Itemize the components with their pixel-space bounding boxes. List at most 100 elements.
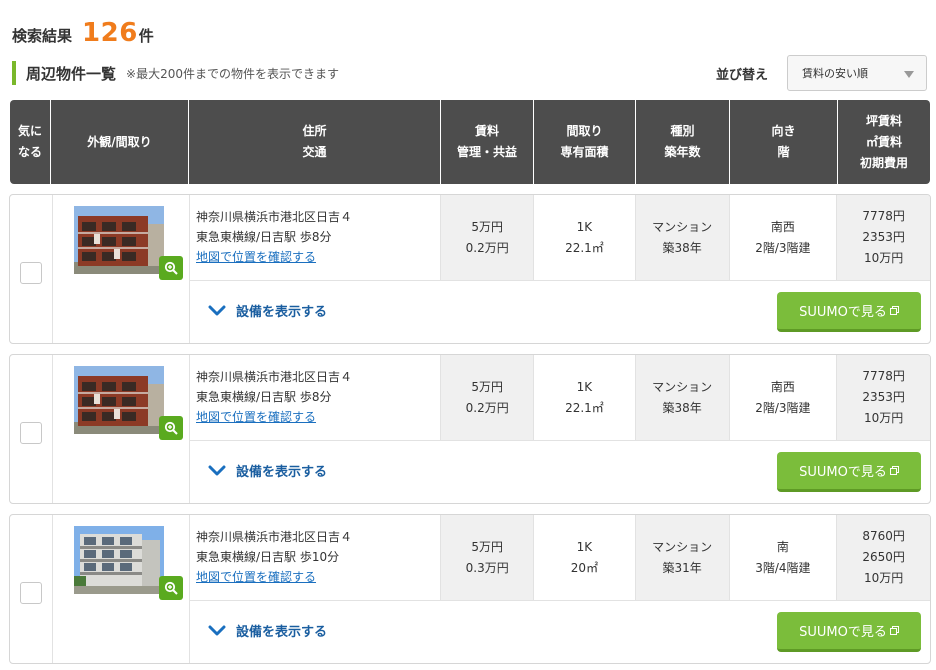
column-header-line: 初期費用 <box>859 155 908 170</box>
show-equipment-toggle[interactable]: 設備を表示する <box>208 461 327 480</box>
column-header-layout: 間取り 専有面積 <box>534 100 636 184</box>
listing-card: 神奈川県横浜市港北区日吉４ 東急東横線/日吉駅 歩10分 地図で位置を確認する … <box>9 514 931 664</box>
floor-value: 2階/3階建 <box>755 240 811 255</box>
building-photo[interactable] <box>74 526 164 594</box>
favorite-checkbox[interactable] <box>20 262 42 284</box>
rent-cell: 5万円 0.2万円 <box>441 355 535 440</box>
listing-actions: 設備を表示する SUUMOで見る <box>190 601 930 663</box>
map-link[interactable]: 地図で位置を確認する <box>196 567 440 587</box>
listing-card: 神奈川県横浜市港北区日吉４ 東急東横線/日吉駅 歩8分 地図で位置を確認する 5… <box>9 354 931 504</box>
direction-value: 南西 <box>770 219 795 234</box>
show-equipment-toggle[interactable]: 設備を表示する <box>208 621 327 640</box>
management-fee-value: 0.2万円 <box>465 400 509 415</box>
building-photo[interactable] <box>74 206 164 274</box>
favorite-checkbox[interactable] <box>20 582 42 604</box>
type-cell: マンション 築38年 <box>635 355 730 440</box>
type-value: マンション <box>652 539 713 554</box>
access-text: 東急東横線/日吉駅 歩8分 <box>196 230 332 244</box>
photo-cell <box>52 195 190 343</box>
column-header-line: 種別 <box>670 124 695 138</box>
building-photo[interactable] <box>74 366 164 434</box>
age-value: 築38年 <box>662 240 702 255</box>
direction-value: 南西 <box>770 379 795 394</box>
direction-cell: 南西 2階/3階建 <box>730 195 838 280</box>
suumo-view-button[interactable]: SUUMOで見る <box>777 452 921 492</box>
result-count-line: 検索結果 126 件 <box>12 18 154 52</box>
age-value: 築31年 <box>662 560 702 575</box>
table-header: 気に なる 外観/間取り 住所 交通 賃料 管理・共益 間取り 専有面積 種別 … <box>10 100 930 184</box>
area-value: 22.1㎡ <box>565 400 604 415</box>
area-value: 22.1㎡ <box>565 240 604 255</box>
show-equipment-label: 設備を表示する <box>236 305 328 320</box>
rent-cell: 5万円 0.3万円 <box>441 515 535 600</box>
direction-cell: 南西 2階/3階建 <box>730 355 838 440</box>
sqm-rent-value: 2353円 <box>862 390 905 404</box>
layout-value: 1K <box>576 219 593 234</box>
chevron-down-icon <box>208 465 226 475</box>
photo-cell <box>52 355 190 503</box>
tsubo-rent-value: 8760円 <box>862 529 905 543</box>
map-link[interactable]: 地図で位置を確認する <box>196 407 440 427</box>
column-header-favorite: 気に なる <box>10 100 51 184</box>
unit-price-cell: 7778円 2353円 10万円 <box>837 195 930 280</box>
external-link-icon <box>889 306 899 315</box>
column-header-line: 気に <box>17 124 42 138</box>
zoom-icon[interactable] <box>159 256 183 280</box>
external-link-icon <box>889 626 899 635</box>
sqm-rent-value: 2353円 <box>862 230 905 244</box>
column-header-line: 築年数 <box>664 145 701 159</box>
listing-card: 神奈川県横浜市港北区日吉４ 東急東横線/日吉駅 歩8分 地図で位置を確認する 5… <box>9 194 931 344</box>
initial-cost-value: 10万円 <box>863 251 904 265</box>
column-header-line: 向き <box>771 124 796 138</box>
layout-cell: 1K 20㎡ <box>534 515 636 600</box>
zoom-icon[interactable] <box>159 416 183 440</box>
direction-value: 南 <box>776 539 789 554</box>
section-note: ※最大200件までの物件を表示できます <box>126 66 339 81</box>
sqm-rent-value: 2650円 <box>862 550 905 564</box>
floor-value: 3階/4階建 <box>755 560 811 575</box>
listing-actions: 設備を表示する SUUMOで見る <box>190 441 930 503</box>
column-header-unit-price: 坪賃料 ㎡賃料 初期費用 <box>838 100 930 184</box>
suumo-view-button[interactable]: SUUMOで見る <box>777 292 921 332</box>
favorite-checkbox[interactable] <box>20 422 42 444</box>
suumo-view-label: SUUMOで見る <box>799 305 887 320</box>
building-brick-image <box>74 366 164 434</box>
initial-cost-value: 10万円 <box>863 571 904 585</box>
address-text: 神奈川県横浜市港北区日吉４ <box>196 530 353 544</box>
suumo-view-label: SUUMOで見る <box>799 465 887 480</box>
sort-select[interactable]: 賃料の安い順 <box>787 55 927 91</box>
type-value: マンション <box>652 379 713 394</box>
listing-details: 神奈川県横浜市港北区日吉４ 東急東横線/日吉駅 歩10分 地図で位置を確認する … <box>190 515 930 601</box>
address-cell: 神奈川県横浜市港北区日吉４ 東急東横線/日吉駅 歩8分 地図で位置を確認する <box>190 355 442 440</box>
building-brick-image <box>74 206 164 274</box>
access-text: 東急東横線/日吉駅 歩10分 <box>196 550 340 564</box>
layout-cell: 1K 22.1㎡ <box>534 355 636 440</box>
rent-value: 5万円 <box>471 539 504 554</box>
photo-cell <box>52 515 190 663</box>
result-unit: 件 <box>138 27 154 45</box>
result-count: 126 <box>82 18 138 48</box>
show-equipment-toggle[interactable]: 設備を表示する <box>208 301 327 320</box>
age-value: 築38年 <box>662 400 702 415</box>
column-header-line: 交通 <box>302 145 327 159</box>
zoom-icon[interactable] <box>159 576 183 600</box>
tsubo-rent-value: 7778円 <box>862 369 905 383</box>
unit-price-cell: 8760円 2650円 10万円 <box>837 515 930 600</box>
rent-value: 5万円 <box>471 379 504 394</box>
map-link[interactable]: 地図で位置を確認する <box>196 247 440 267</box>
area-value: 20㎡ <box>570 560 599 575</box>
rent-value: 5万円 <box>471 219 504 234</box>
layout-value: 1K <box>576 539 593 554</box>
unit-price-cell: 7778円 2353円 10万円 <box>837 355 930 440</box>
section-heading: 周辺物件一覧 ※最大200件までの物件を表示できます <box>12 60 339 86</box>
type-cell: マンション 築38年 <box>635 195 730 280</box>
external-link-icon <box>889 466 899 475</box>
suumo-view-button[interactable]: SUUMOで見る <box>777 612 921 652</box>
sort-selected-value: 賃料の安い順 <box>802 67 868 80</box>
access-text: 東急東横線/日吉駅 歩8分 <box>196 390 332 404</box>
column-header-address: 住所 交通 <box>189 100 441 184</box>
column-header-line: 坪賃料 <box>865 113 902 128</box>
show-equipment-label: 設備を表示する <box>236 625 328 640</box>
column-header-line: 専有面積 <box>560 145 609 159</box>
listing-actions: 設備を表示する SUUMOで見る <box>190 281 930 343</box>
